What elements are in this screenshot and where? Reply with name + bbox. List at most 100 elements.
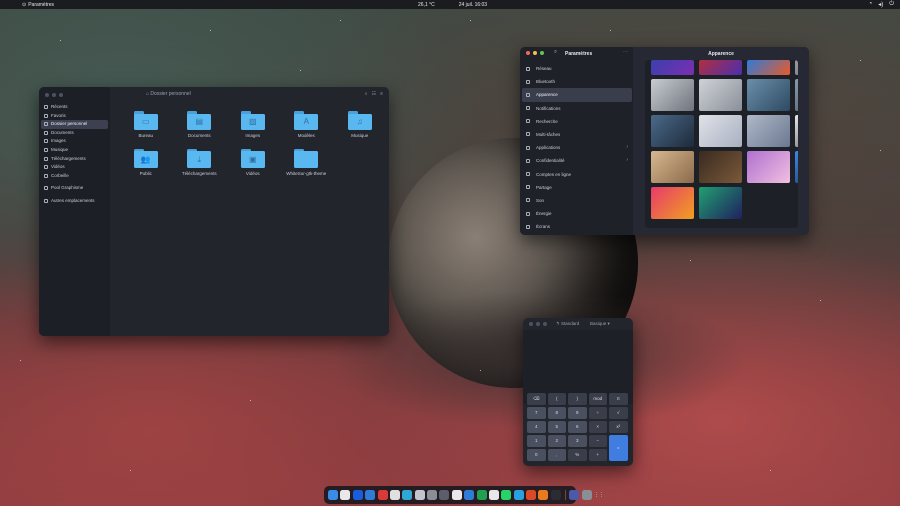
folder-item[interactable]: 👥 Public	[119, 148, 173, 177]
calc-key[interactable]: 9	[568, 407, 587, 419]
calc-key[interactable]: 0	[527, 449, 546, 461]
wallpaper-thumbnail[interactable]	[747, 60, 790, 75]
sidebar-item[interactable]: Musique	[41, 146, 108, 155]
calc-key[interactable]: +	[588, 449, 607, 461]
calc-key[interactable]: ,	[547, 449, 566, 461]
settings-item[interactable]: Comptes en ligne	[522, 168, 632, 181]
calc-key[interactable]: )	[568, 393, 587, 405]
settings-item[interactable]: Applications ›	[522, 141, 632, 154]
settings-item[interactable]: Son	[522, 194, 632, 207]
settings-item[interactable]: Notifications	[522, 102, 632, 115]
calc-key[interactable]: ×	[588, 421, 607, 433]
clock[interactable]: 24 juil. 16:03	[459, 2, 487, 8]
wallpaper-thumbnail[interactable]	[651, 79, 694, 111]
calc-key[interactable]: ⌫	[527, 393, 546, 405]
settings-item[interactable]: Bluetooth	[522, 75, 632, 88]
power-icon[interactable]: ⏻	[889, 1, 894, 8]
folder-item[interactable]: ▨ Images	[226, 111, 280, 139]
screenshot-icon[interactable]	[569, 490, 580, 500]
equals-button[interactable]: =	[609, 435, 628, 461]
minimize-button[interactable]	[533, 51, 537, 55]
calc-key[interactable]: −	[588, 435, 607, 447]
calendar-icon[interactable]	[340, 490, 351, 500]
wallpaper-thumbnail[interactable]	[747, 151, 790, 183]
settings-item[interactable]: Réseau	[522, 62, 632, 75]
close-button[interactable]	[45, 93, 49, 97]
calc-key[interactable]: 2	[547, 435, 566, 447]
blender-icon[interactable]	[538, 490, 549, 500]
wallpaper-thumbnail[interactable]	[651, 60, 694, 75]
folder-item[interactable]: ⤓ Téléchargements	[173, 148, 227, 177]
wallpaper-thumbnail[interactable]	[747, 79, 790, 111]
terminal-icon[interactable]	[550, 490, 561, 500]
settings-gear-icon[interactable]	[427, 490, 437, 500]
view-toggle-icon[interactable]: ☷	[372, 91, 376, 97]
wallpaper-thumbnail[interactable]	[699, 115, 742, 147]
bitwarden-icon[interactable]	[352, 490, 363, 500]
weather-indicator[interactable]: 26,1 °C	[418, 2, 435, 8]
calc-key[interactable]: 4	[527, 421, 546, 433]
settings-item[interactable]: Recherche	[522, 115, 632, 128]
mode-label[interactable]: ↰ Standard	[556, 321, 579, 327]
trash-icon[interactable]	[581, 490, 592, 500]
wallpaper-thumbnail[interactable]	[651, 187, 694, 219]
wallpaper-thumbnail[interactable]	[795, 115, 798, 147]
wifi-icon[interactable]: ◔	[869, 1, 873, 8]
photos-icon[interactable]	[402, 490, 413, 500]
wallpaper-thumbnail[interactable]	[699, 187, 742, 219]
sidebar-item[interactable]: Dossier personnel	[41, 120, 108, 129]
wallpaper-thumbnail[interactable]	[699, 79, 742, 111]
folder-item[interactable]: ▤ Documents	[173, 111, 227, 139]
music-player-icon[interactable]	[488, 490, 499, 500]
calc-key[interactable]: 8	[547, 407, 566, 419]
sidebar-item[interactable]: Corbeille	[41, 172, 108, 181]
calc-key[interactable]: (	[547, 393, 566, 405]
calc-key[interactable]: 3	[568, 435, 587, 447]
close-button[interactable]	[529, 322, 533, 326]
monitor-icon[interactable]	[414, 490, 425, 500]
calc-key[interactable]: π	[609, 393, 628, 405]
sidebar-item[interactable]: Récents	[41, 103, 108, 112]
wallpaper-thumbnail[interactable]	[651, 115, 694, 147]
settings-item[interactable]: Confidentialité ›	[522, 154, 632, 167]
app-grid-icon[interactable]: ⋮⋮	[594, 490, 604, 500]
sidebar-item[interactable]: Favoris	[41, 112, 108, 121]
close-button[interactable]	[526, 51, 530, 55]
settings-item[interactable]: Partage	[522, 181, 632, 194]
calc-key[interactable]: 6	[568, 421, 587, 433]
minimize-button[interactable]	[536, 322, 540, 326]
whatsapp-icon[interactable]	[501, 490, 512, 500]
wallpaper-thumbnail[interactable]	[651, 151, 694, 183]
calc-key[interactable]: mod	[588, 393, 607, 405]
sidebar-item[interactable]: Autres emplacements	[41, 197, 108, 206]
app-store-icon[interactable]	[365, 490, 376, 500]
calc-key[interactable]: √	[609, 407, 628, 419]
wallpaper-thumbnail[interactable]	[699, 60, 742, 75]
sidebar-item[interactable]: Images	[41, 137, 108, 146]
maximize-button[interactable]	[59, 93, 63, 97]
settings-item[interactable]: Énergie	[522, 207, 632, 220]
wallpaper-thumbnail[interactable]	[795, 60, 798, 75]
active-app-menu[interactable]: ⊙ Paramètres	[22, 2, 54, 8]
folder-item[interactable]: ▣ Vidéos	[226, 148, 280, 177]
volume-icon[interactable]: ◂)	[878, 1, 883, 8]
spreadsheet-icon[interactable]	[476, 490, 487, 500]
settings-item[interactable]: Multi-tâches	[522, 128, 632, 141]
minimize-button[interactable]	[52, 93, 56, 97]
mode-dropdown[interactable]: Basique ▾	[590, 321, 610, 327]
wallpaper-thumbnail[interactable]	[747, 115, 790, 147]
menu-icon[interactable]: ⋯	[623, 49, 628, 55]
calc-key[interactable]: ÷	[588, 407, 607, 419]
pdf-icon[interactable]	[377, 490, 388, 500]
telegram-icon[interactable]	[513, 490, 524, 500]
calc-key[interactable]: 7	[527, 407, 546, 419]
wallpaper-thumbnail[interactable]	[795, 79, 798, 111]
folder-item[interactable]: ▭ Bureau	[119, 111, 173, 139]
font-viewer-icon[interactable]	[439, 490, 450, 500]
path-bar[interactable]: ⌂ Dossier personnel	[146, 91, 191, 97]
wallpaper-thumbnail[interactable]	[795, 151, 798, 183]
store-icon[interactable]	[526, 490, 536, 500]
folder-item[interactable]: A Modèles	[280, 111, 334, 139]
sidebar-item[interactable]: Téléchargements	[41, 155, 108, 164]
calc-key[interactable]: 1	[527, 435, 546, 447]
